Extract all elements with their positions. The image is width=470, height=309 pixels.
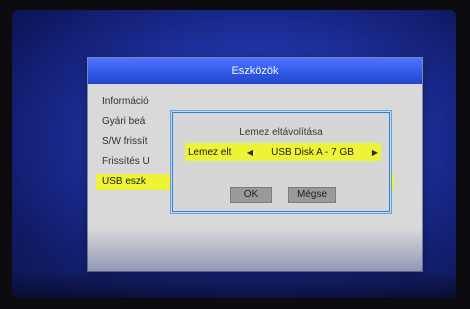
arrow-left-icon[interactable]: ◀ bbox=[244, 148, 256, 157]
disk-selector-value: USB Disk A - 7 GB bbox=[271, 146, 354, 158]
window-title: Eszközök bbox=[88, 58, 422, 84]
disk-selector-row[interactable]: Lemez elt ◀ USB Disk A - 7 GB ▶ bbox=[185, 143, 381, 161]
remove-disk-dialog: Lemez eltávolítása Lemez elt ◀ USB Disk … bbox=[172, 112, 390, 212]
arrow-right-icon[interactable]: ▶ bbox=[369, 148, 381, 157]
menu-item-information[interactable]: Információ bbox=[102, 94, 402, 110]
dialog-title: Lemez eltávolítása bbox=[239, 127, 323, 138]
tv-screen: Eszközök Információ Gyári beá S/W frissí… bbox=[12, 10, 456, 298]
ok-button[interactable]: OK bbox=[230, 187, 272, 203]
disk-selector-label: Lemez elt bbox=[188, 146, 232, 158]
cancel-button[interactable]: Mégse bbox=[288, 187, 336, 203]
